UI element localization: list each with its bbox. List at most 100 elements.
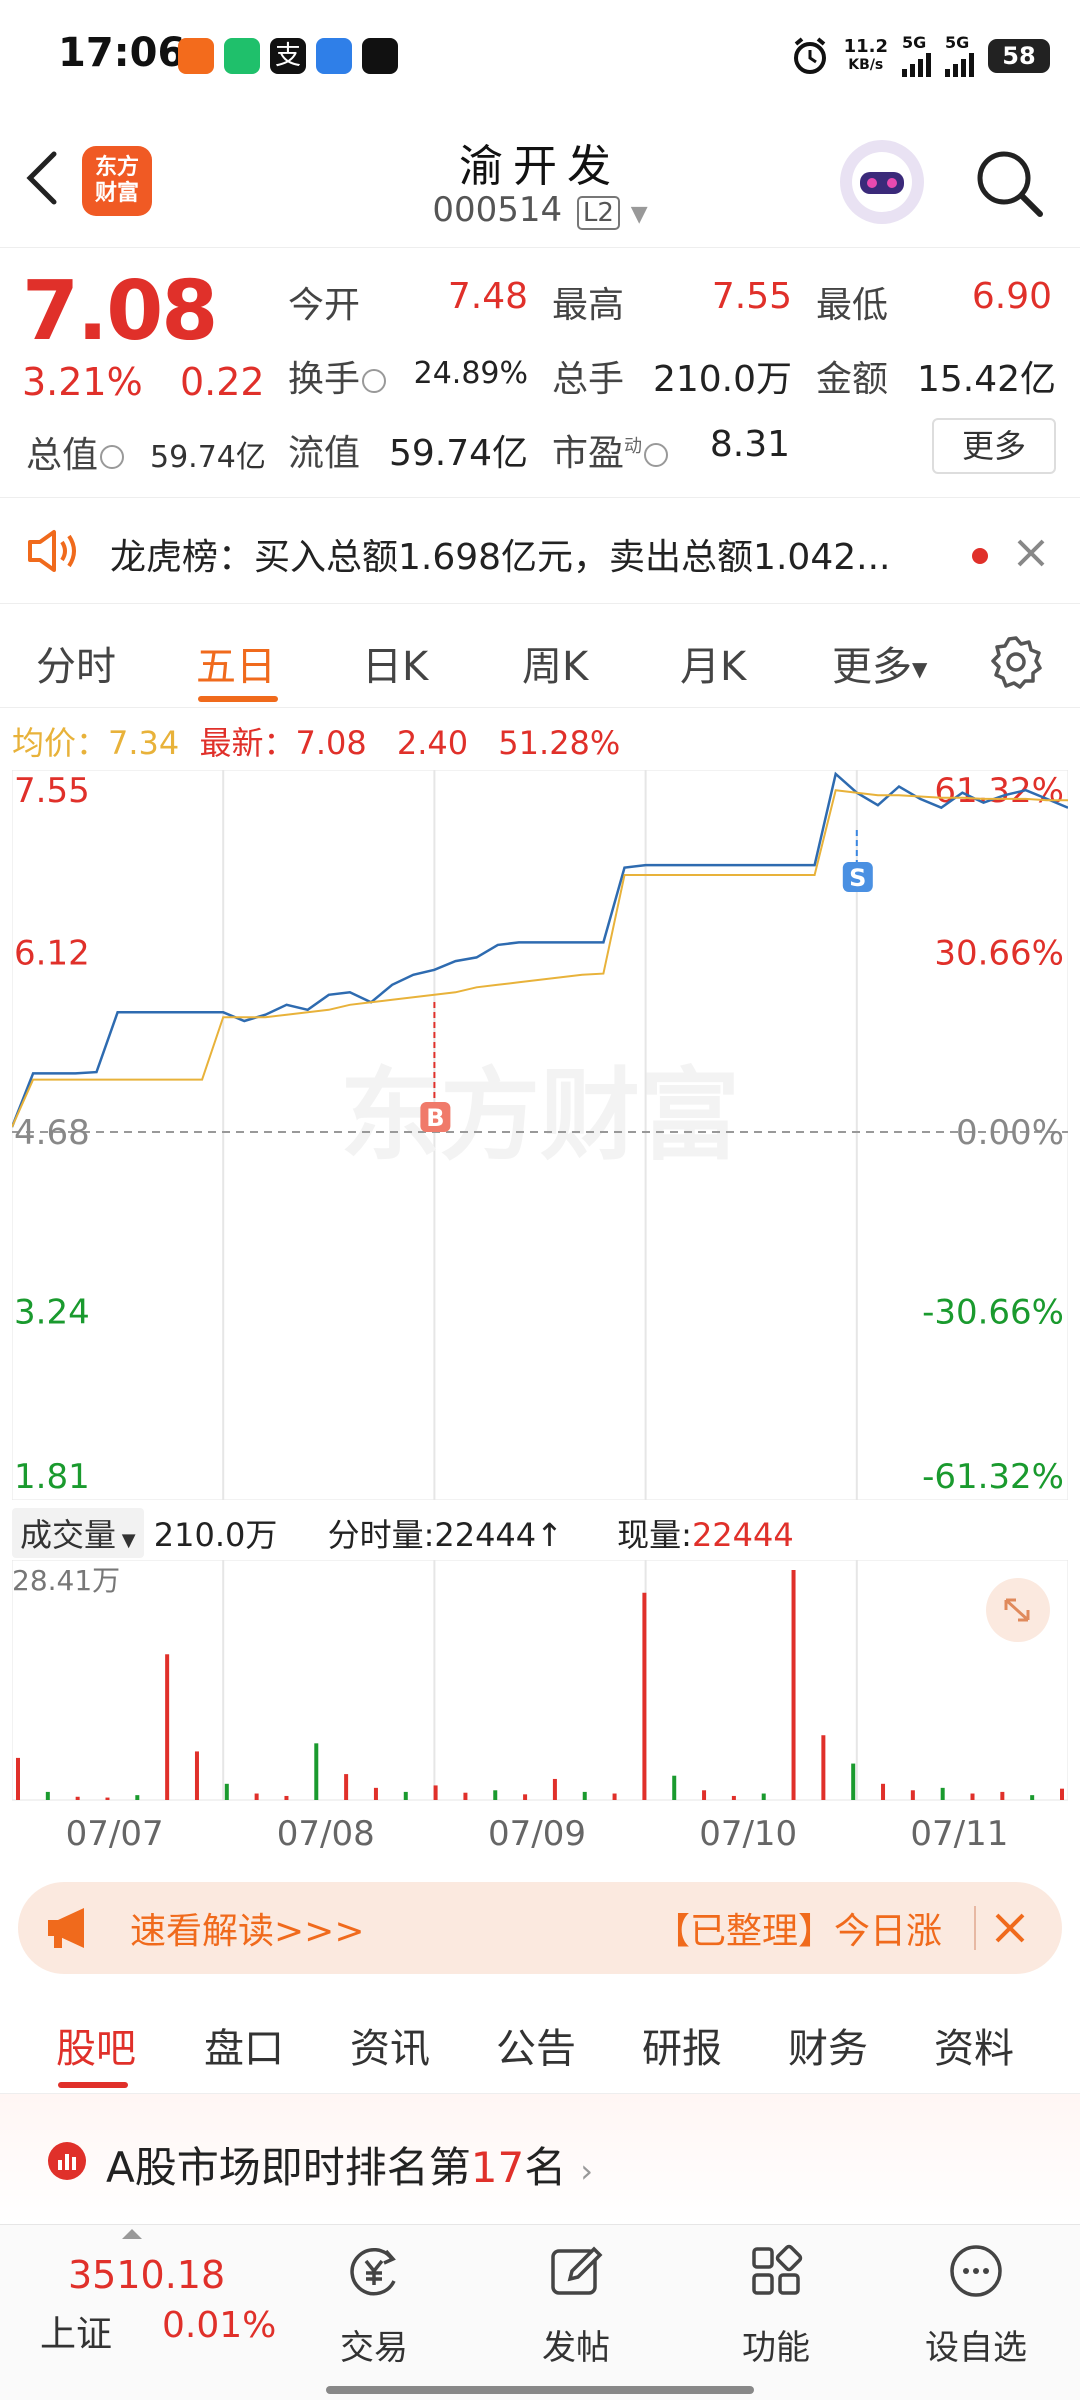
analysis-headline: 【已整理】今日涨 (654, 1911, 943, 1952)
volume-total: 210.0万 (153, 1516, 278, 1554)
caret-down-icon: ▼ (912, 657, 928, 681)
volume-bar (344, 1774, 349, 1800)
low-value: 6.90 (971, 276, 1052, 317)
market-rank-card[interactable]: A股市场即时排名第17名 › (0, 2094, 1080, 2224)
post-button[interactable]: 发帖 (506, 2243, 646, 2369)
volume-bar (433, 1785, 438, 1800)
active-tab-underline (198, 696, 278, 702)
tab-announcements[interactable]: 公告 (496, 2016, 576, 2074)
tab-more-periods[interactable]: 更多▼ (832, 634, 927, 692)
unread-dot (972, 548, 988, 564)
float-value: 59.74亿 (388, 433, 528, 474)
y-tick-right: -30.66% (922, 1293, 1064, 1333)
stock-header: 东方 财富 渝开发 000514 L2 ▼ (0, 110, 1080, 248)
more-icon (950, 2245, 1002, 2297)
signal-1: 5G (902, 35, 931, 77)
functions-button[interactable]: 功能 (706, 2243, 846, 2369)
now-volume-value: 22444 (691, 1516, 794, 1554)
now-volume-label: 现量: (617, 1516, 692, 1554)
tick-volume: 分时量:22444 (327, 1516, 537, 1554)
post-icon (551, 2246, 603, 2295)
tab-news[interactable]: 资讯 (350, 2016, 430, 2074)
volume-bar (821, 1735, 826, 1800)
tab-research[interactable]: 研报 (642, 2016, 722, 2074)
caret-down-icon: ▼ (116, 1530, 136, 1551)
dragon-tiger-notice[interactable]: 龙虎榜：买入总额1.698亿元，卖出总额1.042... (0, 498, 1080, 604)
float-value-label: 流值 (288, 433, 361, 474)
volume-max-label: 28.41万 (12, 1564, 120, 1597)
robot-assistant-icon[interactable] (840, 140, 924, 224)
low-label: 最低 (816, 285, 889, 326)
net-speed: 11.2 KB/s (843, 36, 888, 74)
y-tick-left: 3.24 (14, 1293, 90, 1333)
volume-selector[interactable]: 成交量 ▼ (12, 1508, 144, 1558)
volume-chart[interactable]: 28.41万 (12, 1560, 1068, 1810)
speaker-icon (28, 530, 76, 572)
volume-bar (373, 1787, 378, 1800)
analysis-link[interactable]: 速看解读>>> (130, 1902, 365, 1954)
volume-bar (970, 1793, 975, 1800)
five-day-price-chart[interactable]: 东方财富 7.55 61.32% 6.12 30.66% 4.68 0.00% 3.24 -30… (12, 770, 1068, 1500)
avg-label: 均价： (12, 724, 109, 762)
latest-value: 7.08 (295, 724, 367, 762)
volume-bar (731, 1795, 736, 1800)
tab-forum[interactable]: 股吧 (56, 2016, 136, 2074)
total-hands-value: 210.0万 (652, 359, 792, 400)
latest-change: 2.40 (396, 724, 469, 762)
high-value: 7.55 (711, 276, 792, 317)
volume-bar (314, 1743, 319, 1800)
home-indicator[interactable] (326, 2386, 754, 2394)
amount-value: 15.42亿 (916, 359, 1056, 400)
tab-intraday[interactable]: 分时 (36, 634, 116, 692)
quick-analysis-banner[interactable]: 速看解读>>> 【已整理】今日涨 (18, 1882, 1062, 1974)
close-icon[interactable] (1016, 538, 1046, 568)
close-icon[interactable] (994, 1912, 1026, 1944)
volume-bar (881, 1783, 886, 1800)
info-icon[interactable] (644, 443, 669, 467)
date-axis: 07/07 07/08 07/09 07/10 07/11 (12, 1814, 1068, 1864)
volume-bar (284, 1795, 289, 1800)
bottom-bar: 3510.18 上证 0.01% 交易 发帖 功能 设自选 (0, 2224, 1080, 2400)
notice-text: 龙虎榜：买入总额1.698亿元，卖出总额1.042... (110, 537, 891, 578)
volume-bar (135, 1795, 140, 1800)
total-hands-label: 总手 (552, 359, 625, 400)
index-value[interactable]: 3510.18 (68, 2253, 225, 2297)
tab-five-day[interactable]: 五日 (196, 634, 276, 692)
change-percent: 3.21% (22, 360, 143, 404)
status-right: 11.2 KB/s 5G 5G 58 (790, 34, 1050, 78)
y-tick-left: 6.12 (14, 933, 90, 973)
y-tick-right: 61.32% (934, 771, 1064, 811)
latest-label: 最新： (199, 724, 296, 762)
tab-daily-k[interactable]: 日K (362, 634, 428, 692)
tab-financials[interactable]: 财务 (788, 2016, 868, 2074)
up-arrow-icon: ↑ (536, 1516, 563, 1554)
volume-bar (642, 1592, 647, 1800)
divider (974, 1906, 976, 1950)
content-tabs: 股吧 盘口 资讯 公告 研报 财务 资料 (0, 1990, 1080, 2094)
tab-profile[interactable]: 资料 (934, 2016, 1014, 2074)
level2-badge: L2 (576, 196, 620, 230)
volume-bar (16, 1757, 20, 1800)
turnover-label: 换手 (288, 350, 387, 402)
volume-bar (493, 1790, 498, 1800)
volume-bar (702, 1790, 707, 1800)
y-tick-right: 0.00% (956, 1113, 1064, 1153)
battery-indicator: 58 (988, 39, 1050, 73)
tab-order-book[interactable]: 盘口 (204, 2016, 284, 2074)
period-tabs: 分时 五日 日K 周K 月K 更多▼ (0, 604, 1080, 708)
info-icon[interactable] (100, 445, 125, 469)
info-icon[interactable] (362, 369, 387, 393)
date-label: 07/08 (276, 1814, 375, 1854)
volume-bar (523, 1794, 528, 1800)
amount-label: 金额 (816, 359, 889, 400)
add-watchlist-button[interactable]: 设自选 (906, 2243, 1046, 2369)
trade-button[interactable]: 交易 (304, 2243, 444, 2369)
search-icon[interactable] (972, 146, 1046, 220)
more-button[interactable]: 更多 (932, 418, 1056, 474)
gear-icon[interactable] (988, 634, 1044, 690)
volume-bar (582, 1791, 587, 1800)
tab-monthly-k[interactable]: 月K (680, 634, 746, 692)
tab-weekly-k[interactable]: 周K (522, 634, 588, 692)
date-label: 07/10 (699, 1814, 798, 1854)
volume-bar (194, 1751, 199, 1800)
